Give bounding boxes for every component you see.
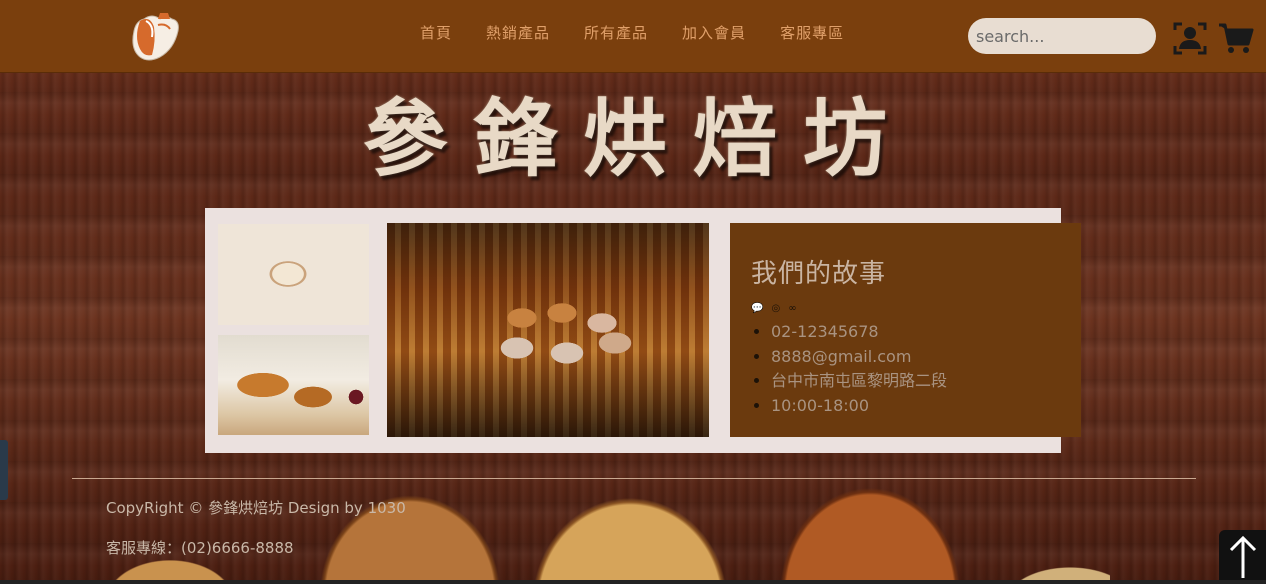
bread-footer-image [110,453,1110,584]
contact-list: 02-12345678 8888@gmail.com 台中市南屯區黎明路二段 1… [771,320,947,418]
bread-logo-icon[interactable] [126,11,182,63]
contact-email: 8888@gmail.com [771,345,947,370]
bottom-edge [0,580,1266,584]
top-navigation-bar: 首頁 熱銷產品 所有產品 加入會員 客服專區 [0,0,1266,73]
footer-divider [72,478,1196,479]
main-nav: 首頁 熱銷產品 所有產品 加入會員 客服專區 [420,22,844,43]
footer-copyright: CopyRight © 參鋒烘焙坊 Design by 1030 [106,499,406,517]
arrow-up-icon [1229,535,1256,578]
user-account-icon[interactable] [1172,20,1208,56]
story-card: 我們的故事 💬 ◎ ∞ 02-12345678 8888@gmail.com 台… [730,223,1081,437]
contact-address: 台中市南屯區黎明路二段 [771,369,947,394]
back-to-top-button[interactable] [1219,530,1266,584]
story-heading: 我們的故事 [751,259,887,289]
content-panel: 我們的故事 💬 ◎ ∞ 02-12345678 8888@gmail.com 台… [205,208,1081,453]
footer-service-line: 客服專線：(02)6666-8888 [106,539,294,557]
nav-all-products-link[interactable]: 所有產品 [584,22,648,43]
nav-home-link[interactable]: 首頁 [420,22,452,43]
bread-platter-photo [218,335,369,435]
contact-hours: 10:00-18:00 [771,394,947,419]
shopping-cart-icon[interactable] [1218,20,1254,56]
line-icon[interactable]: 💬 [751,303,763,314]
link-icon[interactable]: ∞ [788,303,796,314]
instagram-icon[interactable]: ◎ [771,303,780,314]
social-links: 💬 ◎ ∞ [751,303,797,314]
search-input[interactable] [968,18,1156,54]
latte-photo [218,224,369,325]
nav-customer-service-link[interactable]: 客服專區 [780,22,844,43]
side-tab[interactable] [0,440,8,500]
contact-phone: 02-12345678 [771,320,947,345]
nav-bestsellers-link[interactable]: 熱銷產品 [486,22,550,43]
site-title: 參鋒烘焙坊 [362,90,913,188]
nav-join-member-link[interactable]: 加入會員 [682,22,746,43]
bakery-display-photo [387,223,709,437]
